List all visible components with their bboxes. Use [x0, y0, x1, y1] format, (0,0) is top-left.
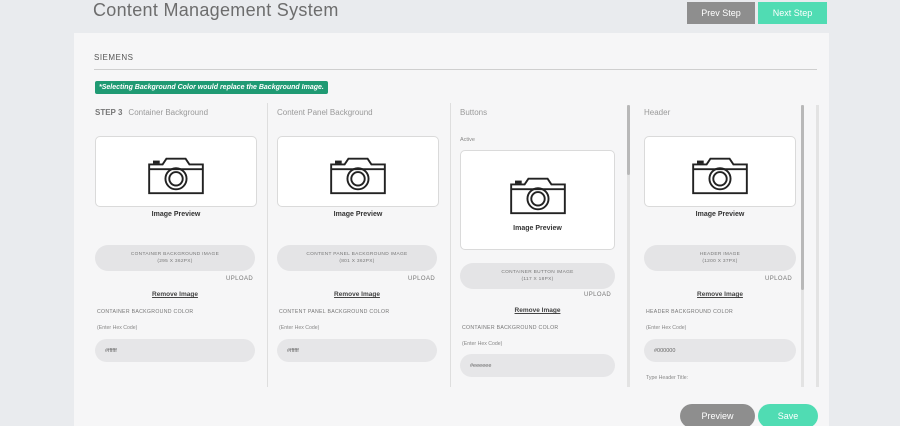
file-input[interactable]: CONTAINER BUTTON IMAGE (117 X 18PX) — [460, 263, 615, 289]
header-title-label: Type Header Title: — [646, 375, 689, 381]
content-panel: SIEMENS *Selecting Background Color woul… — [74, 33, 829, 426]
file-label: HEADER IMAGE — [699, 251, 741, 257]
hex-color-input[interactable]: #ffffff — [277, 339, 437, 362]
upload-link[interactable]: UPLOAD — [765, 276, 792, 282]
notice-banner: *Selecting Background Color would replac… — [95, 81, 328, 94]
remove-image-link[interactable]: Remove Image — [460, 307, 615, 314]
page-scrollbar[interactable] — [816, 105, 819, 387]
remove-image-link[interactable]: Remove Image — [277, 291, 437, 298]
file-dimensions: (801 X 362PX) — [339, 259, 375, 264]
image-preview-caption: Image Preview — [513, 225, 562, 232]
section-title: Content Panel Background — [277, 108, 373, 117]
file-label: CONTAINER BACKGROUND IMAGE — [130, 251, 220, 257]
prev-step-button[interactable]: Prev Step — [687, 2, 755, 24]
hex-hint: (Enter Hex Code) — [462, 341, 503, 347]
file-dimensions: (1200 X 37PX) — [702, 259, 738, 264]
upload-link[interactable]: UPLOAD — [408, 276, 435, 282]
remove-image-link[interactable]: Remove Image — [644, 291, 796, 298]
hex-hint: (Enter Hex Code) — [646, 325, 687, 331]
upload-link[interactable]: UPLOAD — [584, 292, 611, 298]
image-preview-caption: Image Preview — [151, 211, 201, 218]
image-preview-caption: Image Preview — [333, 211, 383, 218]
remove-image-link[interactable]: Remove Image — [95, 291, 255, 298]
section-title: Container Background — [128, 108, 209, 117]
header-section: Header Image Preview HEADER IMAGE (1200 … — [644, 103, 804, 387]
color-field-label: CONTENT PANEL BACKGROUND COLOR — [279, 309, 390, 315]
file-input[interactable]: HEADER IMAGE (1200 X 37PX) — [644, 245, 796, 271]
app-title: Content Management System — [93, 0, 339, 20]
hex-color-input[interactable]: #eeeeee — [460, 354, 615, 377]
camera-icon — [145, 151, 207, 197]
file-input[interactable]: CONTENT PANEL BACKGROUND IMAGE (801 X 36… — [277, 245, 437, 271]
color-field-label: HEADER BACKGROUND COLOR — [646, 309, 734, 315]
color-field-label: CONTAINER BACKGROUND COLOR — [97, 309, 194, 315]
column-scrollbar-thumb[interactable] — [801, 105, 804, 290]
section-title: Header — [644, 108, 671, 117]
image-preview: Image Preview — [460, 150, 615, 250]
container-background-section: STEP 3 Container Background Image Preview… — [95, 103, 265, 387]
buttons-section: Buttons Active Image Preview CONTAINER B… — [460, 103, 620, 387]
hex-hint: (Enter Hex Code) — [97, 325, 138, 331]
active-state-label: Active — [460, 137, 475, 143]
preview-button[interactable]: Preview — [680, 404, 755, 426]
column-divider — [450, 103, 451, 387]
step-label: STEP 3 — [95, 108, 123, 117]
save-button[interactable]: Save — [758, 404, 818, 426]
file-label: CONTAINER BUTTON IMAGE — [501, 269, 574, 275]
file-label: CONTENT PANEL BACKGROUND IMAGE — [306, 251, 408, 257]
image-preview-caption: Image Preview — [695, 211, 745, 218]
section-header: STEP 3 Container Background — [95, 108, 208, 117]
content-panel-background-section: Content Panel Background Image Preview C… — [277, 103, 447, 387]
next-step-button[interactable]: Next Step — [758, 2, 827, 24]
column-divider — [267, 103, 268, 387]
section-title: Buttons — [460, 108, 488, 117]
image-preview: Image Preview — [95, 136, 257, 218]
upload-link[interactable]: UPLOAD — [226, 276, 253, 282]
hex-color-input[interactable]: #000000 — [644, 339, 796, 362]
camera-icon — [327, 151, 389, 197]
file-dimensions: (117 X 18PX) — [521, 277, 554, 282]
file-dimensions: (295 X 362PX) — [157, 259, 193, 264]
image-preview: Image Preview — [644, 136, 796, 218]
file-input[interactable]: CONTAINER BACKGROUND IMAGE (295 X 362PX) — [95, 245, 255, 271]
divider — [94, 69, 817, 70]
image-preview: Image Preview — [277, 136, 439, 218]
camera-icon — [689, 151, 751, 197]
hex-hint: (Enter Hex Code) — [279, 325, 320, 331]
camera-icon — [507, 171, 569, 217]
hex-color-input[interactable]: #ffffff — [95, 339, 255, 362]
brand-name: SIEMENS — [94, 53, 134, 62]
column-scrollbar-thumb[interactable] — [627, 105, 630, 175]
color-field-label: CONTAINER BACKGROUND COLOR — [462, 325, 559, 331]
